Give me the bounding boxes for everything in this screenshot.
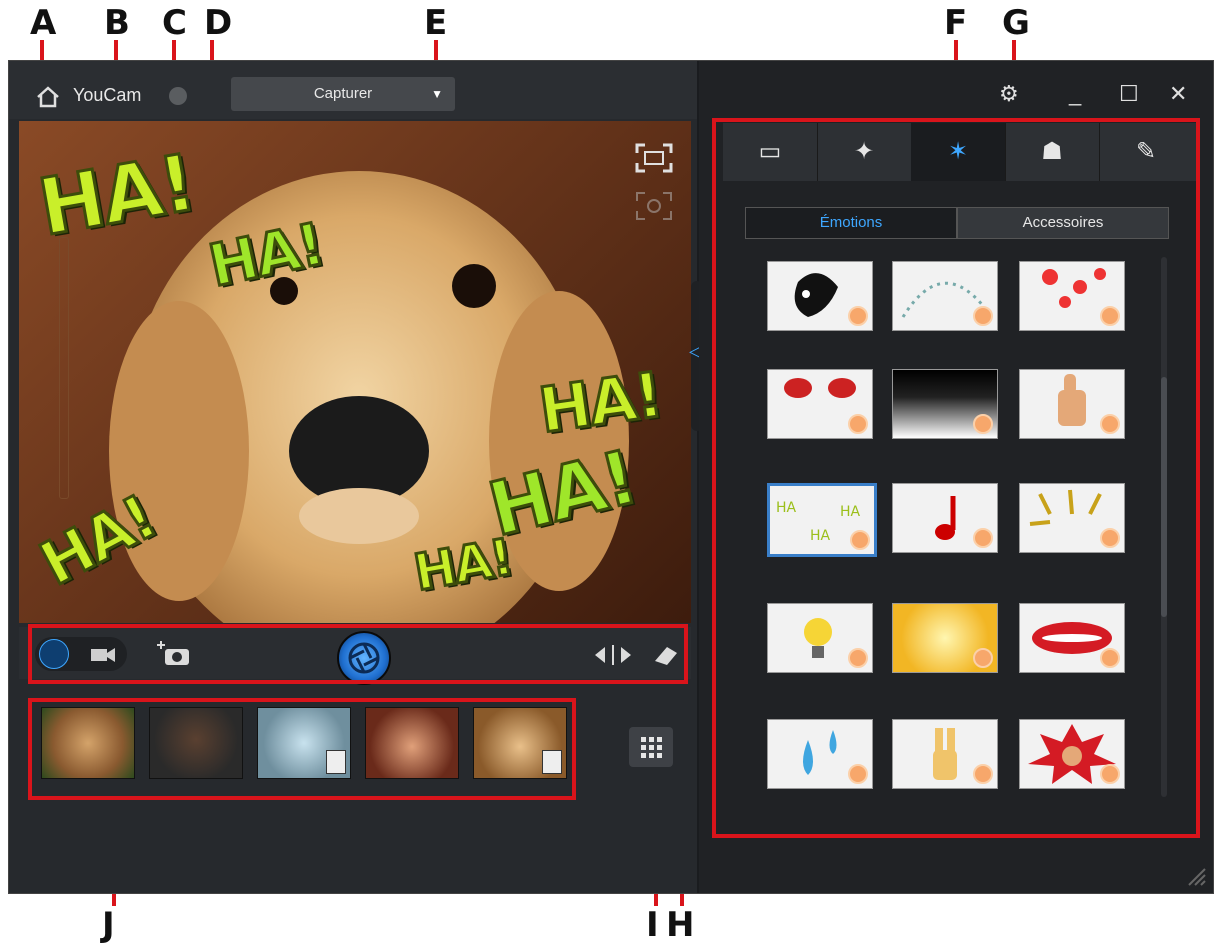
close-icon[interactable]: ✕ [1169,81,1187,107]
highlight-box-f [712,118,1200,838]
mode-selector-value: Capturer [313,85,373,102]
callout-c: C [162,3,187,43]
webcam-preview: HA! HA! HA! HA! HA! HA! [19,121,691,623]
app-name: YouCam [73,85,142,105]
callout-a: A [30,3,57,43]
resize-grip-icon[interactable] [1185,865,1207,887]
maximize-icon[interactable]: ☐ [1119,81,1139,107]
info-icon[interactable] [169,87,187,105]
grid-icon [641,737,662,758]
mode-selector[interactable]: Capturer ▼ [231,77,455,111]
minimize-icon[interactable]: _ [1069,81,1081,107]
callout-d: D [204,3,233,43]
callout-e: E [424,3,448,43]
callout-g: G [1002,3,1030,43]
view-all-media-button[interactable] [629,727,673,767]
title-bar: YouCam Capturer ▼ [9,61,697,119]
highlight-box-h [28,624,688,684]
chevron-down-icon: ▼ [431,87,443,101]
home-icon[interactable] [35,85,61,109]
fullscreen-icon[interactable] [635,143,673,173]
highlight-box-j [28,698,576,800]
callout-i: I [646,905,659,945]
callout-j: J [102,905,115,945]
callout-f: F [944,3,968,43]
zoom-slider[interactable] [59,237,69,499]
face-tracking-icon[interactable] [635,191,673,221]
settings-gear-icon[interactable]: ⚙ [999,81,1019,107]
callout-h: H [666,905,695,945]
callout-b: B [104,3,130,43]
